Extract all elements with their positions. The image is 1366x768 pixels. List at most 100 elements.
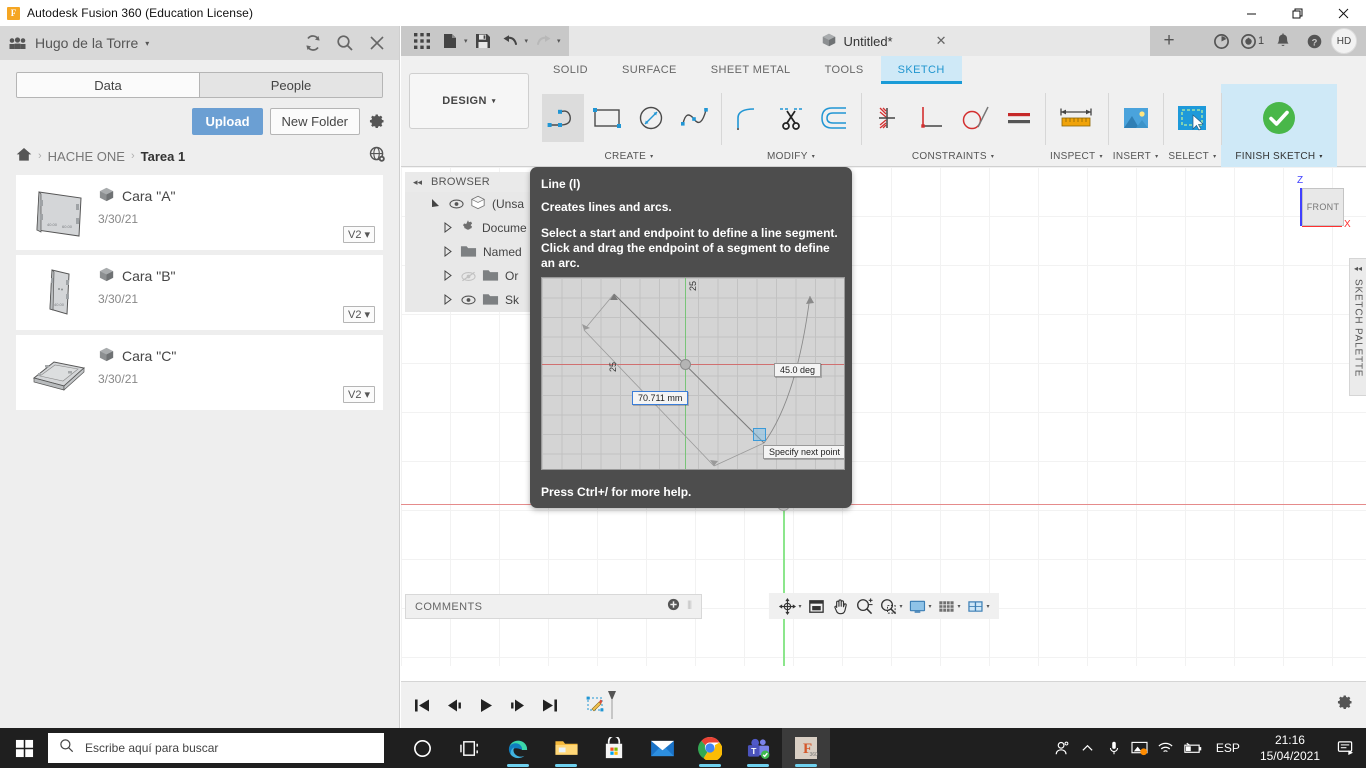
fusion360-icon[interactable]: F 360 [782,728,830,768]
play-icon[interactable] [474,692,497,718]
recent-icon[interactable]: 1 [1238,27,1266,55]
tab-surface[interactable]: SURFACE [605,56,694,84]
ribbon-group-label-constraints[interactable]: CONSTRAINTS ▾ [912,151,994,167]
ribbon-group-label-create[interactable]: CREATE ▾ [605,151,654,167]
resize-grip-icon[interactable]: ⦀ [687,600,692,613]
expand-arrow-icon[interactable] [443,294,454,307]
search-input[interactable]: Escribe aquí para buscar [48,733,384,763]
fix-constraint-icon[interactable] [866,94,908,142]
version-badge[interactable]: V2 ▾ [343,386,375,403]
bell-icon[interactable] [1269,27,1297,55]
wifi-icon[interactable] [1153,728,1179,768]
task-view-icon[interactable] [446,728,494,768]
clock[interactable]: 21:16 15/04/2021 [1251,732,1329,764]
help-icon[interactable]: ? [1300,27,1328,55]
visibility-eye-icon[interactable] [460,295,476,305]
comments-bar[interactable]: COMMENTS ⦀ [405,594,702,619]
pan-hand-icon[interactable] [828,593,851,619]
new-folder-button[interactable]: New Folder [270,108,360,135]
tangent-icon[interactable] [954,94,996,142]
perpendicular-icon[interactable] [910,94,952,142]
zoom-icon[interactable] [852,593,875,619]
add-comment-icon[interactable] [667,598,680,616]
chevron-down-icon[interactable]: ▾ [987,603,990,610]
breadcrumb-parent[interactable]: HACHE ONE [48,149,125,164]
new-document-control[interactable]: ▾ [437,28,468,54]
version-badge[interactable]: V2 ▾ [343,226,375,243]
viewports-icon[interactable]: ▾ [964,593,992,619]
document-tab[interactable]: Untitled* ✕ [820,32,946,51]
chevron-down-icon[interactable]: ▾ [798,603,801,610]
offset-icon[interactable] [814,94,856,142]
insert-image-icon[interactable] [1115,94,1157,142]
microsoft-store-icon[interactable] [590,728,638,768]
version-badge[interactable]: V2 ▾ [343,306,375,323]
ribbon-group-label-modify[interactable]: MODIFY ▾ [767,151,815,167]
equal-icon[interactable] [998,94,1040,142]
visibility-eye-off-icon[interactable] [460,271,476,282]
finish-check-icon[interactable] [1258,94,1300,142]
trim-icon[interactable] [770,94,812,142]
sketch-timeline-marker-icon[interactable] [586,690,620,720]
tab-sketch[interactable]: SKETCH [881,56,962,84]
upload-button[interactable]: Upload [192,108,262,135]
pan-grid-icon[interactable] [804,593,827,619]
expand-arrow-icon[interactable] [443,246,454,259]
chevron-down-icon[interactable]: ▾ [958,603,961,610]
go-to-beginning-icon[interactable] [410,692,433,718]
view-cube-face[interactable]: FRONT [1302,188,1344,226]
teams-icon[interactable]: T [734,728,782,768]
mail-icon[interactable] [638,728,686,768]
grid-snaps-icon[interactable]: ▾ [935,593,963,619]
orbit-icon[interactable]: ▾ [775,593,803,619]
workspace-switcher-button[interactable]: DESIGN ▾ [409,73,529,129]
sketch-canvas[interactable]: ◂◂ BROWSER [401,167,1366,666]
gear-icon[interactable] [367,112,386,131]
expand-arrow-icon[interactable] [443,222,454,235]
chevron-down-icon[interactable]: ▾ [928,603,931,610]
people-icon[interactable] [1049,728,1075,768]
chevron-down-icon[interactable]: ▾ [899,603,902,610]
tab-people[interactable]: People [200,73,382,97]
new-tab-button[interactable]: + [1150,26,1188,56]
step-back-icon[interactable] [442,692,465,718]
list-item[interactable]: Cara "C" 3/30/21 V2 ▾ [16,335,383,410]
display-settings-icon[interactable]: ▾ [905,593,933,619]
list-item[interactable]: 40.00 60.00 Cara "A" 3/30/21 [16,175,383,250]
show-hidden-icons-chevron-icon[interactable] [1075,728,1101,768]
home-icon[interactable] [16,147,32,165]
undo-icon[interactable] [498,28,524,54]
list-item[interactable]: 40.00 Cara "B" 3/30/21 V2 [16,255,383,330]
search-icon[interactable] [332,30,358,56]
collapse-browser-icon[interactable]: ◂◂ [413,177,422,188]
expand-arrow-icon[interactable] [431,198,442,211]
zoom-window-icon[interactable]: ▾ [876,593,904,619]
chevron-down-icon[interactable]: ▾ [525,37,529,45]
ribbon-group-label-select[interactable]: SELECT ▾ [1168,151,1216,167]
battery-icon[interactable] [1179,728,1205,768]
minimize-button[interactable] [1228,0,1274,26]
action-center-icon[interactable] [1329,728,1361,768]
chrome-icon[interactable] [686,728,734,768]
line-icon[interactable] [542,94,584,142]
new-document-icon[interactable] [437,28,463,54]
redo-icon[interactable] [530,28,556,54]
select-window-icon[interactable] [1171,94,1213,142]
expand-arrow-icon[interactable] [443,270,454,283]
ribbon-group-label-insert[interactable]: INSERT ▾ [1113,151,1159,167]
view-cube[interactable]: Z X FRONT [1276,175,1344,237]
chevron-down-icon[interactable]: ▾ [464,37,468,45]
save-icon[interactable] [470,28,496,54]
job-status-icon[interactable] [1207,27,1235,55]
cortana-icon[interactable] [398,728,446,768]
user-menu-caret-icon[interactable]: ▾ [145,39,149,48]
tab-solid[interactable]: SOLID [536,56,605,84]
app-grid-icon[interactable] [409,28,435,54]
redo-control[interactable]: ▾ [530,28,561,54]
avatar[interactable]: HD [1331,28,1357,54]
circle-icon[interactable] [630,94,672,142]
fillet-icon[interactable] [726,94,768,142]
expand-palette-icon[interactable]: ◂◂ [1354,264,1362,273]
step-forward-icon[interactable] [506,692,529,718]
language-indicator[interactable]: ESP [1205,741,1251,755]
